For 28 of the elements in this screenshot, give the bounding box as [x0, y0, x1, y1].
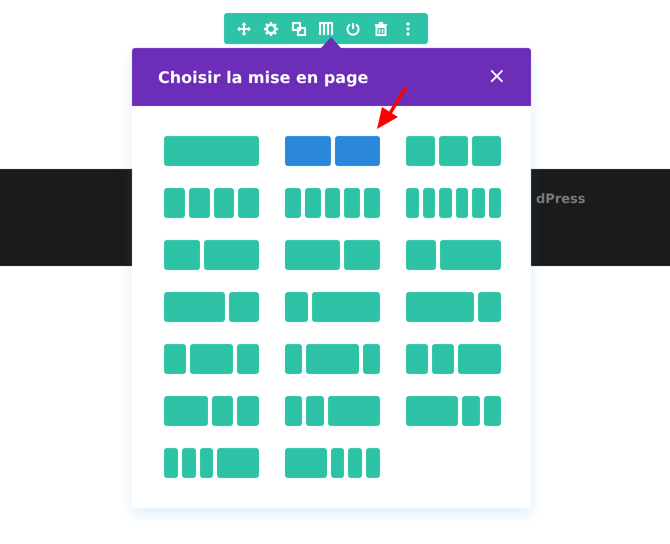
- power-icon[interactable]: [346, 22, 360, 36]
- columns-icon[interactable]: [318, 22, 333, 36]
- layout-option[interactable]: [406, 136, 501, 166]
- layout-option[interactable]: [164, 344, 259, 374]
- layout-option[interactable]: [406, 188, 501, 218]
- layout-option[interactable]: [285, 188, 380, 218]
- layout-option[interactable]: [164, 448, 259, 478]
- layout-option[interactable]: [164, 292, 259, 322]
- layout-option[interactable]: [164, 188, 259, 218]
- move-icon[interactable]: [236, 22, 251, 36]
- layout-option[interactable]: [285, 136, 380, 166]
- settings-icon[interactable]: [264, 22, 278, 36]
- layout-option[interactable]: [164, 240, 259, 270]
- layout-option[interactable]: [406, 240, 501, 270]
- layout-option[interactable]: [285, 240, 380, 270]
- layout-option[interactable]: [406, 292, 501, 322]
- dialog-title: Choisir la mise en page: [158, 68, 368, 86]
- layout-option[interactable]: [285, 292, 380, 322]
- close-button[interactable]: ×: [488, 66, 506, 88]
- layout-option[interactable]: [285, 344, 380, 374]
- layout-option[interactable]: [164, 396, 259, 426]
- layout-option[interactable]: [406, 396, 501, 426]
- banner-text: dPress: [536, 192, 586, 207]
- duplicate-icon[interactable]: [292, 22, 306, 36]
- trash-icon[interactable]: [374, 22, 388, 36]
- layout-option[interactable]: [285, 396, 380, 426]
- layout-option[interactable]: [285, 448, 380, 478]
- layout-option[interactable]: [406, 344, 501, 374]
